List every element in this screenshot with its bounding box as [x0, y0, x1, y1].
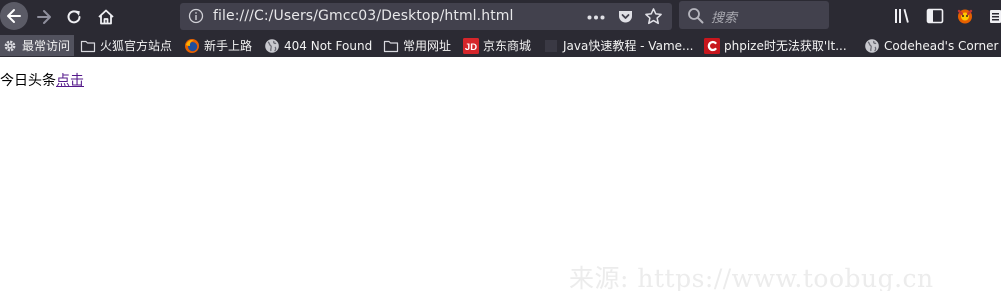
jd-icon: JD	[463, 37, 479, 54]
click-link[interactable]: 点击	[56, 73, 84, 89]
bookmark-getting-started[interactable]: 新手上路	[184, 36, 252, 55]
library-icon[interactable]	[893, 6, 913, 26]
url-text[interactable]: file:///C:/Users/Gmcc03/Desktop/html.htm…	[213, 8, 514, 24]
bookmark-label: phpize时无法获取'lt...	[724, 39, 847, 53]
ellipsis-icon[interactable]	[587, 15, 605, 20]
firefox-icon	[185, 38, 199, 53]
info-icon[interactable]	[188, 8, 204, 24]
folder-icon	[80, 40, 96, 52]
bookmark-label: 404 Not Found	[284, 38, 373, 53]
globe-icon	[865, 38, 879, 53]
bookmark-folder-common-sites[interactable]: 常用网址	[383, 36, 451, 55]
arrow-left-icon	[7, 9, 21, 23]
bookmark-label: 京东商城	[483, 39, 532, 53]
home-icon	[98, 9, 114, 25]
forward-button[interactable]	[30, 3, 58, 31]
bookmark-label: 常用网址	[403, 39, 452, 53]
bookmark-label: Java快速教程 - Vame...	[563, 39, 694, 53]
folder-icon	[383, 40, 399, 52]
bookmark-label: 火狐官方站点	[100, 39, 173, 53]
bookmark-phpize[interactable]: phpize时无法获取'lt...	[704, 36, 847, 55]
sidebar-icon[interactable]	[925, 6, 945, 26]
bookmark-java-tutorial[interactable]: Java快速教程 - Vame...	[543, 36, 693, 55]
bookmark-jd-mall[interactable]: JD 京东商城	[463, 36, 531, 55]
bookmark-label: 最常访问	[22, 39, 71, 53]
avatar-icon[interactable]	[955, 6, 975, 26]
globe-icon	[265, 38, 279, 53]
bookmark-most-visited[interactable]: 最常访问	[0, 35, 75, 56]
search-icon	[688, 8, 704, 24]
back-button[interactable]	[0, 2, 28, 30]
watermark-text: 来源: https://www.toobug.cn	[569, 264, 934, 291]
bookmark-folder-firefox-sites[interactable]: 火狐官方站点	[80, 36, 172, 55]
address-bar[interactable]: file:///C:/Users/Gmcc03/Desktop/html.htm…	[180, 3, 672, 30]
bookmark-label: Codehead's Corner	[884, 38, 999, 53]
bookmark-codeheads-corner[interactable]: Codehead's Corner	[864, 36, 998, 55]
page-body: 今日头条点击	[0, 70, 84, 90]
arrow-right-icon	[37, 10, 51, 24]
reload-button[interactable]	[60, 3, 88, 31]
bookmark-label: 新手上路	[204, 39, 253, 53]
gear-icon	[4, 40, 16, 51]
home-button[interactable]	[92, 3, 120, 31]
red-c-icon	[704, 37, 720, 54]
pocket-icon[interactable]	[617, 8, 634, 25]
bookmarks-toolbar: 最常访问 火狐官方站点 新手上路 404 Not Found 常用网址 JD 京…	[0, 33, 1001, 57]
navigation-toolbar: file:///C:/Users/Gmcc03/Desktop/html.htm…	[0, 0, 1001, 33]
star-icon[interactable]	[644, 7, 663, 26]
page-text: 今日头条	[0, 73, 56, 89]
page-icon	[545, 39, 557, 52]
search-placeholder[interactable]: 搜索	[711, 7, 737, 26]
bookmark-404-not-found[interactable]: 404 Not Found	[264, 36, 372, 55]
search-bar[interactable]: 搜索	[679, 1, 829, 29]
reload-icon	[67, 10, 81, 24]
svg-text:JD: JD	[465, 42, 477, 53]
menu-icon[interactable]	[988, 6, 1001, 26]
